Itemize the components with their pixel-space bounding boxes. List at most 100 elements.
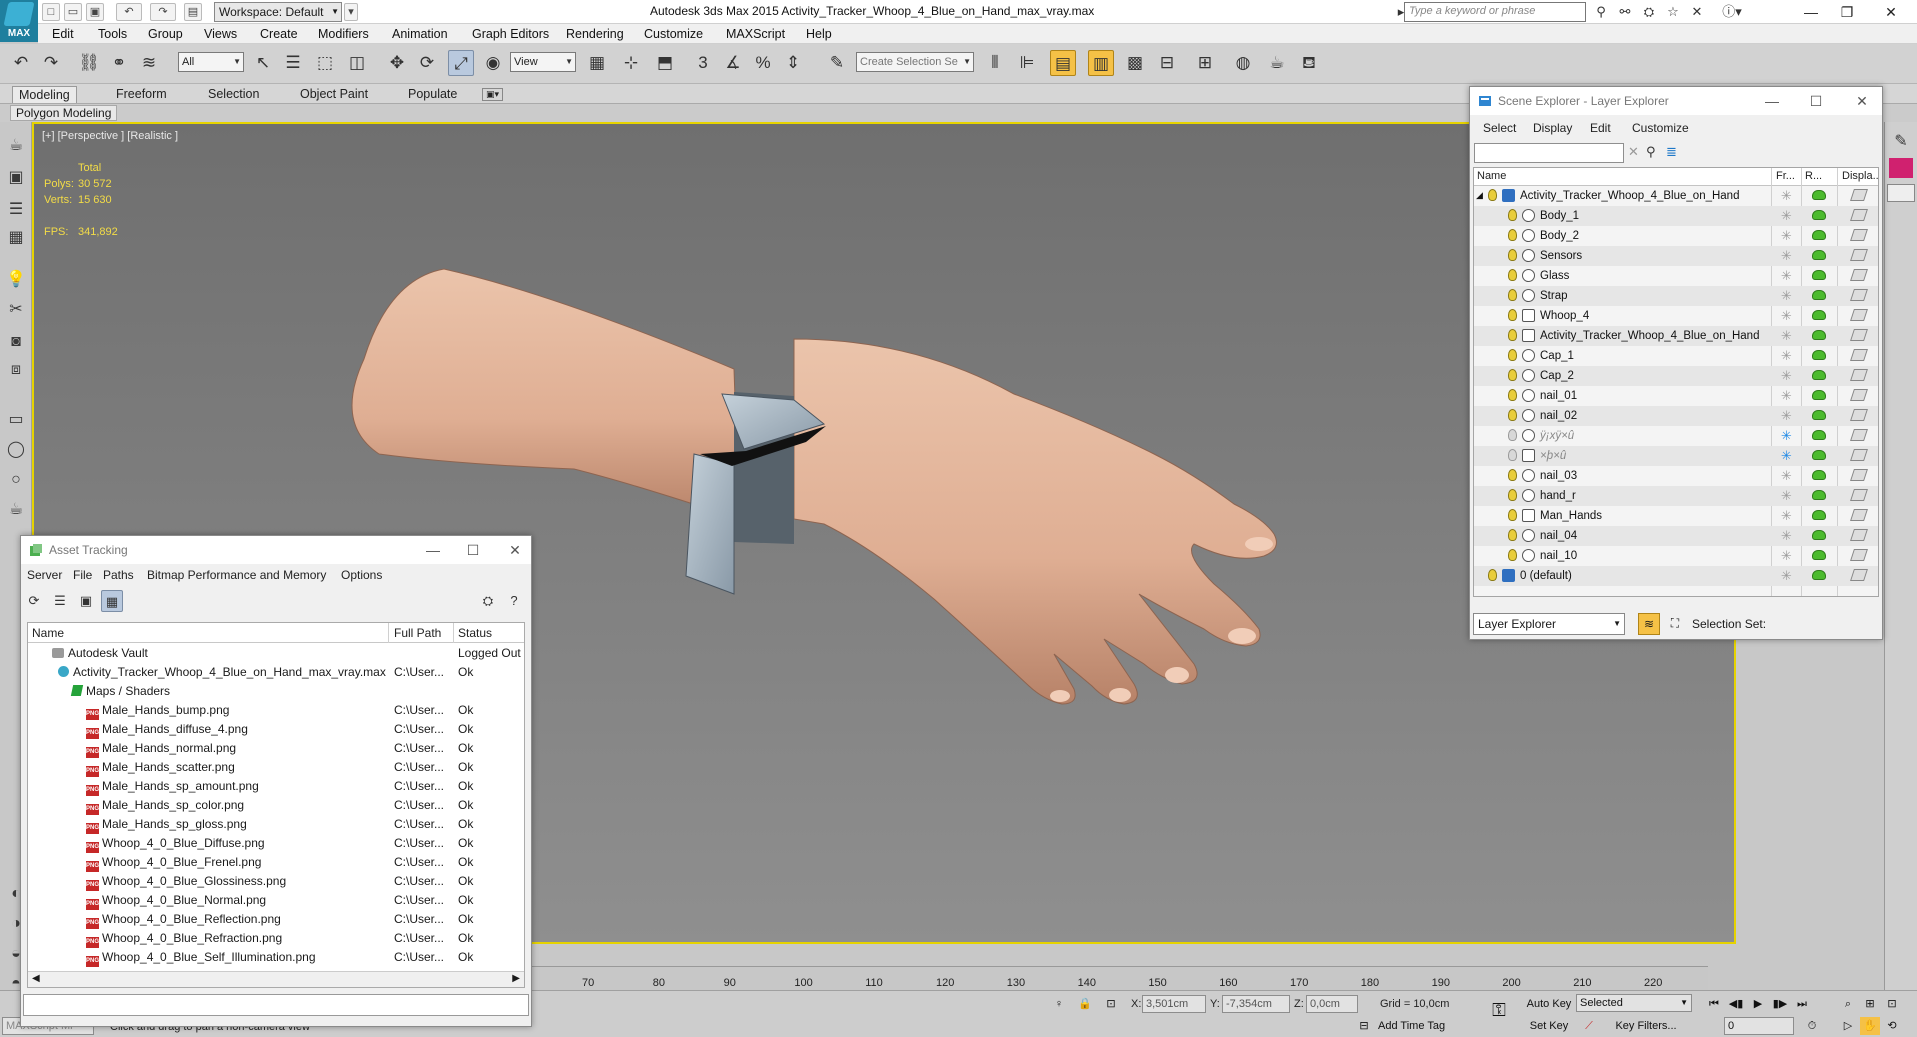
bind-space-warp-icon[interactable]: ≋	[136, 50, 162, 76]
visibility-bulb-icon[interactable]	[1508, 529, 1517, 541]
film-icon[interactable]: ⧈	[4, 358, 28, 382]
menu-maxscript[interactable]: MAXScript	[726, 27, 785, 41]
scene-explorer-titlebar[interactable]: Scene Explorer - Layer Explorer — ☐ ✕	[1470, 87, 1882, 115]
renderable-teapot-icon[interactable]	[1812, 350, 1826, 360]
snaps-toggle-icon[interactable]: 3	[690, 50, 716, 76]
freeze-snowflake-icon[interactable]: ✳	[1781, 308, 1792, 324]
table-row[interactable]: PNG Whoop_4_0_Blue_Glossiness.png C:\User.…	[28, 871, 524, 891]
table-view-icon[interactable]: ▦	[101, 590, 123, 612]
tab-object-paint[interactable]: Object Paint	[294, 86, 374, 102]
scene-menu-customize[interactable]: Customize	[1632, 121, 1689, 135]
display-box-icon[interactable]	[1850, 549, 1868, 561]
freeze-snowflake-icon[interactable]: ✳	[1781, 248, 1792, 264]
menu-group[interactable]: Group	[148, 27, 183, 41]
align-icon[interactable]: ⊫	[1014, 50, 1040, 76]
display-box-icon[interactable]	[1850, 229, 1868, 241]
freeze-snowflake-icon[interactable]: ✳	[1781, 568, 1792, 584]
asset-menu-options[interactable]: Options	[341, 568, 382, 582]
go-to-end-icon[interactable]: ⏭	[1792, 995, 1812, 1013]
asset-menu-file[interactable]: File	[73, 568, 92, 582]
hierarchy-toggle-icon[interactable]: ⛶	[1664, 613, 1686, 635]
project-folder-icon[interactable]: ▤	[184, 3, 202, 21]
col-render[interactable]: R...	[1805, 170, 1822, 182]
restore-icon[interactable]: ❐	[1836, 2, 1858, 22]
freeze-snowflake-icon[interactable]: ✳	[1781, 188, 1792, 204]
visibility-bulb-icon[interactable]	[1508, 249, 1517, 261]
key-set-dropdown[interactable]: Selected ▼	[1576, 994, 1692, 1012]
toggle-ribbon-icon[interactable]: ▩	[1122, 50, 1148, 76]
list-item[interactable]: nail_10 ✳	[1474, 546, 1878, 566]
visibility-bulb-icon[interactable]	[1508, 549, 1517, 561]
freeze-snowflake-icon[interactable]: ✳	[1781, 488, 1792, 504]
list-item[interactable]: hand_r ✳	[1474, 486, 1878, 506]
table-icon[interactable]: ▦	[4, 226, 28, 250]
select-object-icon[interactable]: ↖	[250, 50, 276, 76]
visibility-bulb-icon[interactable]	[1508, 389, 1517, 401]
render-setup-icon[interactable]: ☕	[1264, 50, 1290, 76]
renderable-teapot-icon[interactable]	[1812, 270, 1826, 280]
display-box-icon[interactable]	[1850, 389, 1868, 401]
search-input[interactable]: Type a keyword or phrase	[1404, 2, 1586, 22]
undo-icon[interactable]: ↶	[8, 50, 34, 76]
table-row[interactable]: PNG Whoop_4_0_Blue_Refraction.png C:\User.…	[28, 928, 524, 948]
visibility-bulb-icon[interactable]	[1508, 449, 1517, 461]
col-full-path[interactable]: Full Path	[394, 626, 441, 640]
tab-selection[interactable]: Selection	[202, 86, 265, 102]
asset-tracking-titlebar[interactable]: Asset Tracking — ☐ ✕	[21, 536, 531, 564]
table-row[interactable]: PNG Male_Hands_sp_amount.png C:\User... Ok	[28, 776, 524, 796]
communication-center-icon[interactable]: ⛭	[1640, 3, 1658, 21]
renderable-teapot-icon[interactable]	[1812, 410, 1826, 420]
absolute-mode-icon[interactable]: ⊡	[1102, 995, 1120, 1013]
edit-named-selection-icon[interactable]: ✎	[824, 50, 850, 76]
scene-menu-edit[interactable]: Edit	[1590, 121, 1611, 135]
list-item[interactable]: 0 (default) ✳	[1474, 566, 1878, 586]
toggle-scene-explorer-icon[interactable]: ▤	[1050, 50, 1076, 76]
list-item[interactable]: nail_03 ✳	[1474, 466, 1878, 486]
display-box-icon[interactable]	[1850, 509, 1868, 521]
rectangular-selection-icon[interactable]: ⬚	[312, 50, 338, 76]
horizontal-scrollbar[interactable]: ◀ ▶	[28, 971, 524, 987]
current-frame-field[interactable]: 0	[1724, 1017, 1794, 1035]
list-item[interactable]: Whoop_4 ✳	[1474, 306, 1878, 326]
tab-populate[interactable]: Populate	[402, 86, 463, 102]
display-box-icon[interactable]	[1850, 529, 1868, 541]
modifier-list-dropdown[interactable]	[1887, 184, 1915, 202]
object-color-swatch[interactable]	[1889, 158, 1913, 178]
renderable-teapot-icon[interactable]	[1812, 530, 1826, 540]
table-row[interactable]: PNG Whoop_4_0_Blue_Normal.png C:\User... Ok	[28, 890, 524, 910]
help-icon[interactable]: ?	[503, 590, 525, 612]
col-status[interactable]: Status	[458, 626, 492, 640]
tab-modeling[interactable]: Modeling	[12, 86, 77, 103]
menu-create[interactable]: Create	[260, 27, 298, 41]
visibility-bulb-icon[interactable]	[1488, 569, 1497, 581]
field-of-view-icon[interactable]: ▷	[1838, 1017, 1858, 1035]
open-file-icon[interactable]: ▭	[64, 3, 82, 21]
display-box-icon[interactable]	[1850, 449, 1868, 461]
list-item[interactable]: Glass ✳	[1474, 266, 1878, 286]
scroll-right-icon[interactable]: ▶	[512, 973, 520, 984]
display-box-icon[interactable]	[1850, 249, 1868, 261]
select-by-name-icon[interactable]: ☰	[280, 50, 306, 76]
table-row[interactable]: PNG Whoop_4_0_Blue_Frenel.png C:\User... Ok	[28, 852, 524, 872]
quick-access-menu-icon[interactable]: ▾	[344, 3, 358, 21]
display-box-icon[interactable]	[1850, 189, 1868, 201]
list-item[interactable]: nail_04 ✳	[1474, 526, 1878, 546]
selection-lock-icon[interactable]: 🔒	[1076, 995, 1094, 1013]
refresh-icon[interactable]: ⟳	[23, 590, 45, 612]
visibility-bulb-icon[interactable]	[1488, 189, 1497, 201]
list-item[interactable]: nail_02 ✳	[1474, 406, 1878, 426]
zoom-all-icon[interactable]: ⊞	[1860, 995, 1880, 1013]
rendered-frame-window-icon[interactable]: ⛾	[1296, 50, 1322, 76]
select-manipulate-icon[interactable]: ⊹	[618, 50, 644, 76]
schematic-view-icon[interactable]: ⊞	[1192, 50, 1218, 76]
display-box-icon[interactable]	[1850, 269, 1868, 281]
orbit-icon[interactable]: ⟲	[1882, 1017, 1902, 1035]
ribbon-options-icon[interactable]: ▣▾	[482, 88, 504, 101]
renderable-teapot-icon[interactable]	[1812, 510, 1826, 520]
freeze-snowflake-icon[interactable]: ✳	[1781, 368, 1792, 384]
filter-icon[interactable]: ⚲	[1646, 144, 1656, 160]
list-item[interactable]: Cap_2 ✳	[1474, 366, 1878, 386]
teapot-small-icon[interactable]: ☕	[4, 498, 28, 522]
display-box-icon[interactable]	[1850, 569, 1868, 581]
scene-menu-display[interactable]: Display	[1533, 121, 1572, 135]
